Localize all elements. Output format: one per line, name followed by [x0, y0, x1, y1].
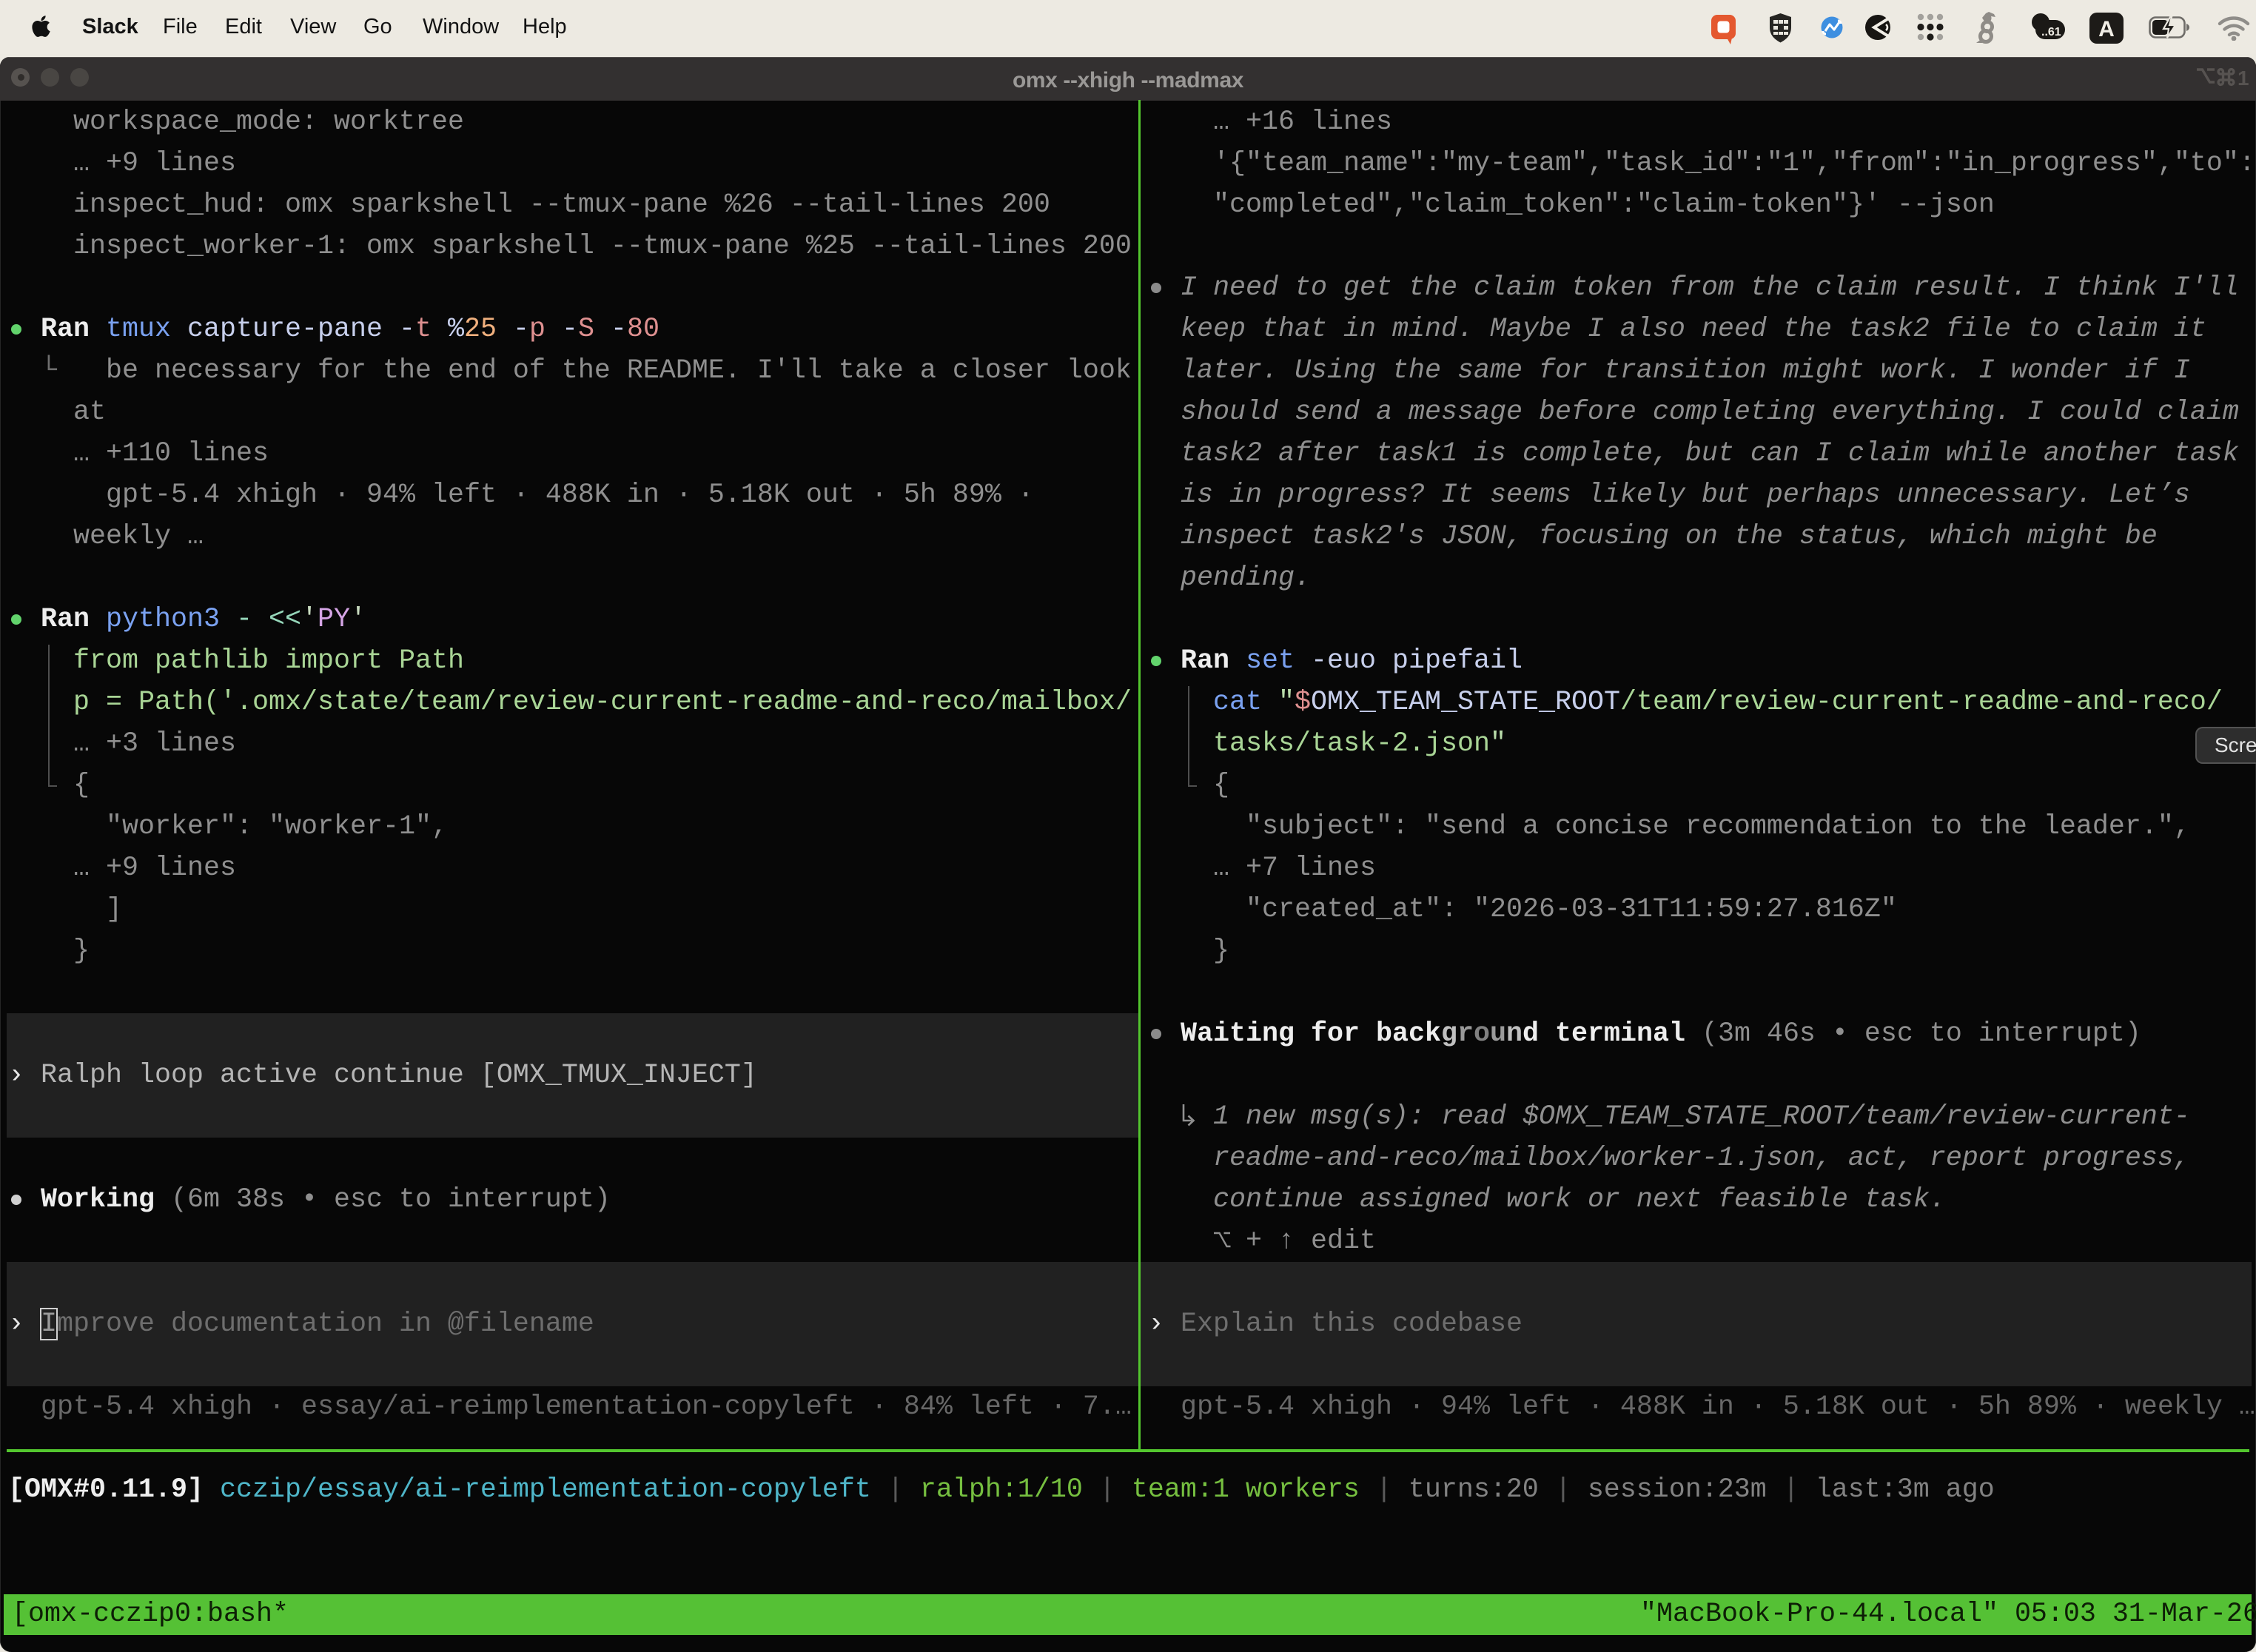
svg-text:1: 1	[2237, 67, 2249, 90]
svg-text:A: A	[2098, 17, 2115, 41]
svg-text:..61: ..61	[2041, 26, 2061, 38]
